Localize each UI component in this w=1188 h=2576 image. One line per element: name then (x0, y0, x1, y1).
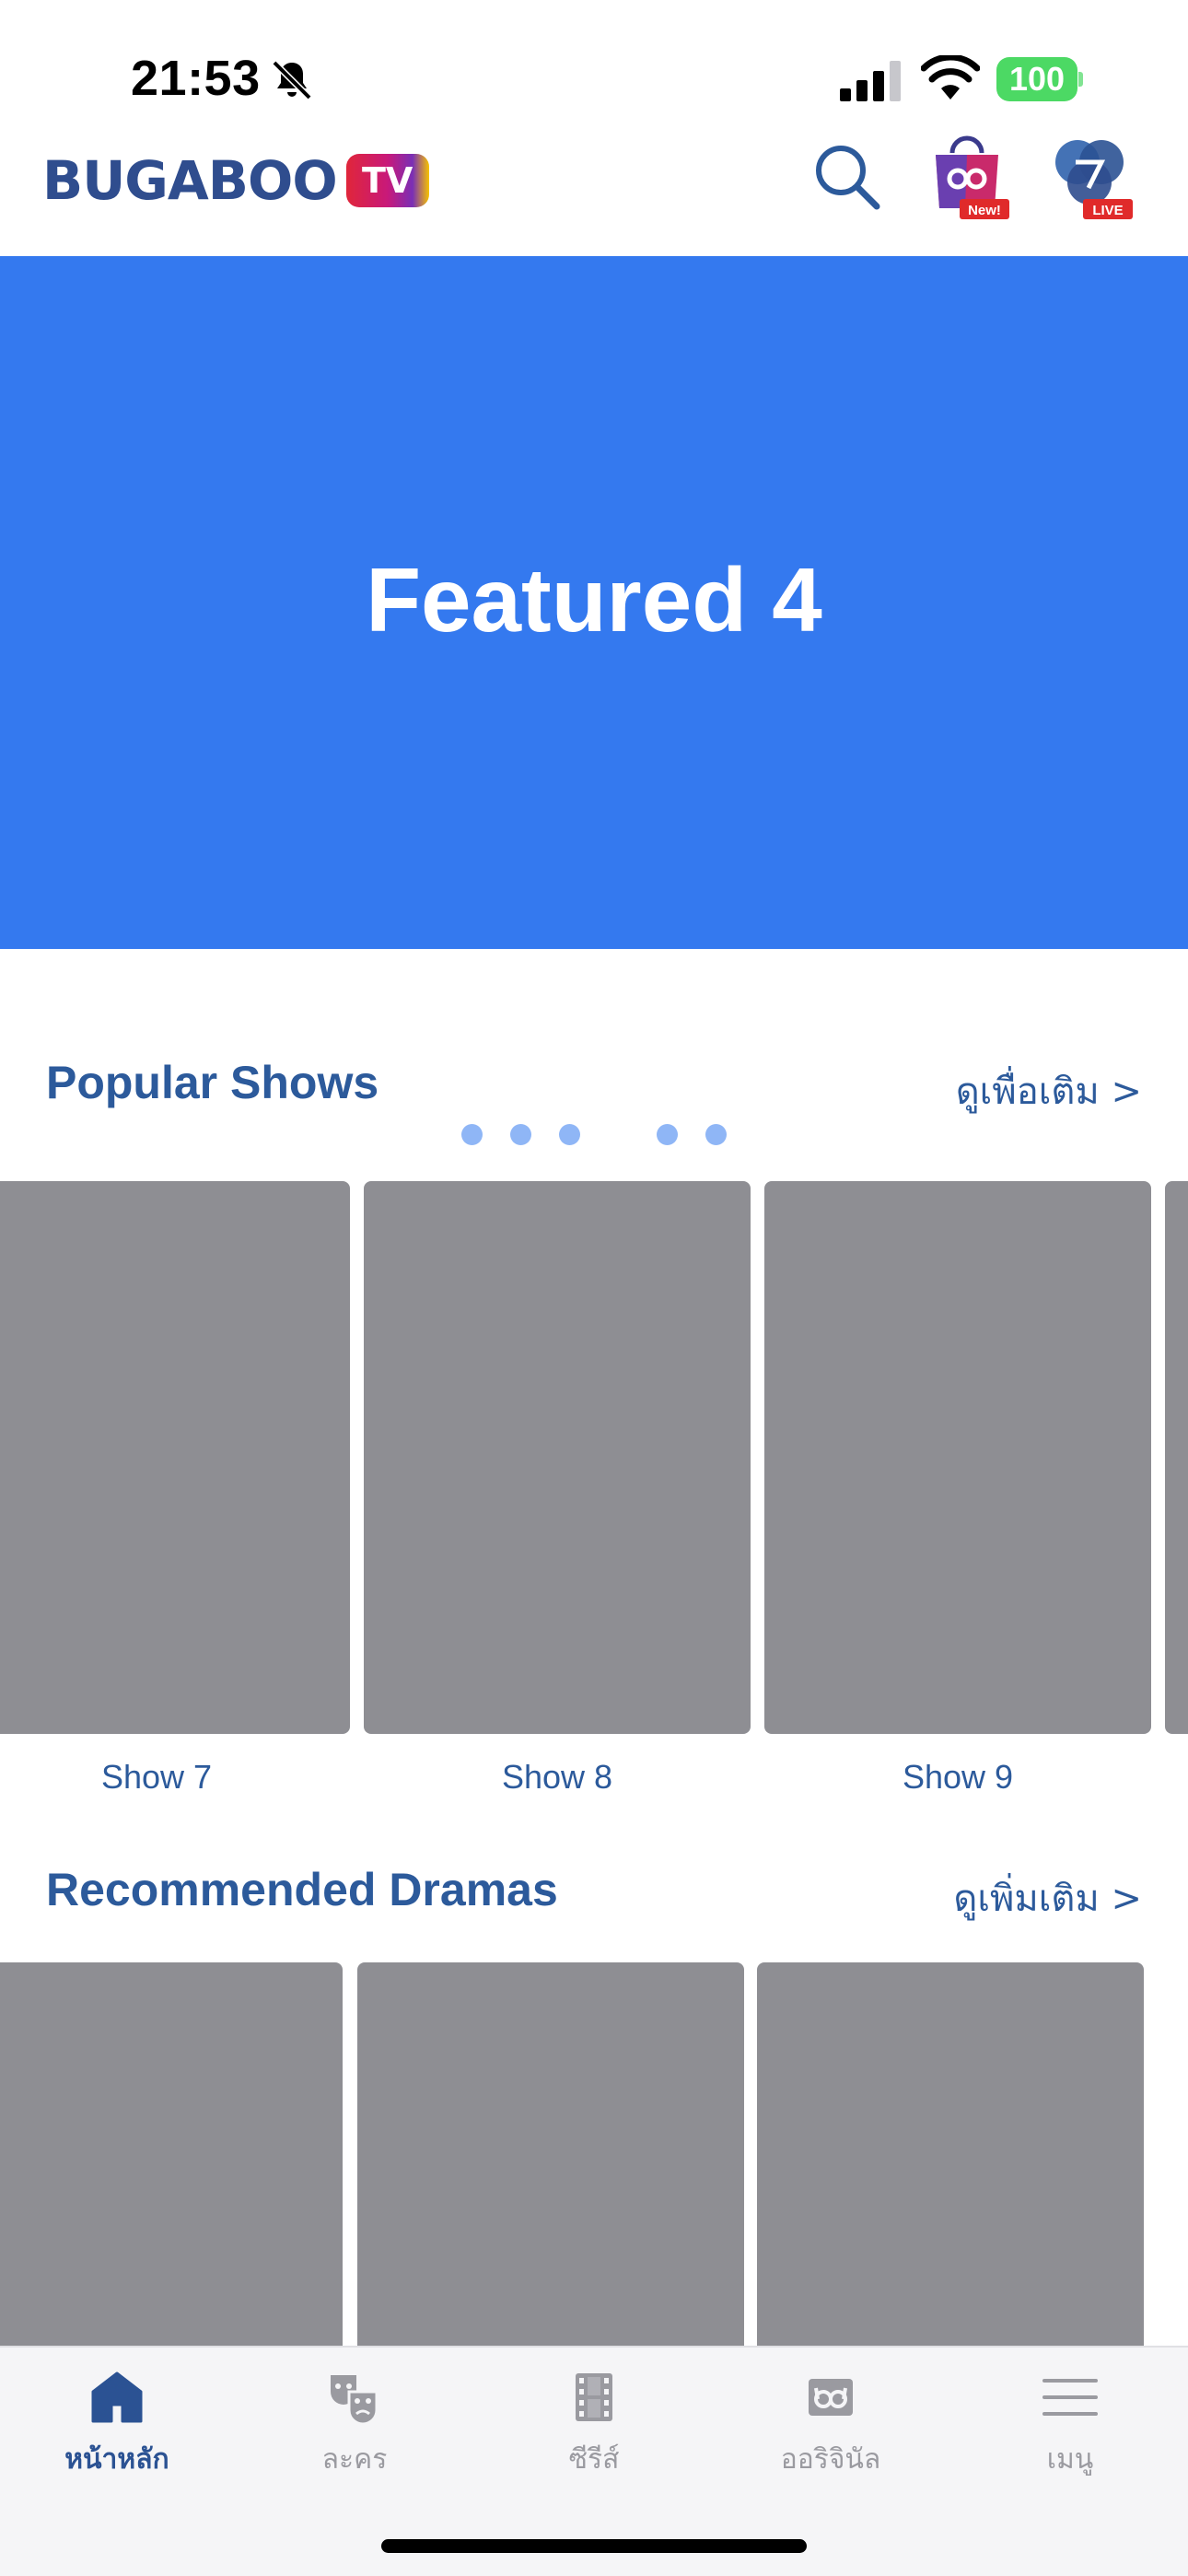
tab-label: เมนู (1046, 2443, 1094, 2476)
tab-menu[interactable]: เมนู (978, 2368, 1162, 2488)
bugaboo-originals-icon (809, 2379, 853, 2416)
cellular-signal-icon (840, 61, 901, 101)
battery-icon: 100 (996, 57, 1083, 101)
status-bar: 21:53 100 (0, 0, 1188, 138)
show-card[interactable] (764, 1181, 1151, 1734)
banner-title: Featured 4 (366, 549, 822, 650)
show-card-label: Show 9 (902, 1758, 1014, 1796)
recommended-see-more-link[interactable]: ดูเพิ่มเติม > (953, 1868, 1142, 1927)
carousel-dot[interactable] (559, 1124, 580, 1145)
carousel-dot-active[interactable] (608, 1124, 629, 1145)
battery-level: 100 (1008, 60, 1066, 98)
carousel-page-indicator[interactable] (0, 1124, 1188, 1146)
live-badge: LIVE (1092, 203, 1123, 218)
hamburger-menu-icon (1042, 2379, 1098, 2416)
home-screen: 21:53 100 BUGABOO TV New! LIVE Featured … (0, 0, 1188, 2576)
wifi-icon (921, 55, 980, 100)
popular-shows-title: Popular Shows (46, 1057, 379, 1108)
tab-series[interactable]: ซีรีส์ (502, 2368, 686, 2488)
theater-masks-icon (331, 2375, 379, 2426)
bell-slash-icon (272, 60, 312, 100)
tab-label: หน้าหลัก (64, 2443, 169, 2476)
tab-label: ซีรีส์ (568, 2443, 620, 2476)
popular-shows-carousel[interactable]: Show 7 Show 8 Show 9 (0, 1181, 1188, 1808)
app-header: BUGABOO TV New! LIVE (0, 135, 1188, 256)
logo-tv-text: TV (361, 160, 413, 201)
home-indicator[interactable] (381, 2539, 807, 2553)
shop-new-badge: New! (968, 203, 1001, 218)
recommended-dramas-title: Recommended Dramas (46, 1864, 558, 1915)
tab-home[interactable]: หน้าหลัก (25, 2368, 209, 2488)
drama-card[interactable] (0, 1962, 343, 2349)
logo-tv-badge: TV (345, 154, 429, 207)
carousel-dot[interactable] (705, 1124, 727, 1145)
home-icon (91, 2371, 143, 2423)
shopping-bag-icon[interactable]: New! (925, 131, 1009, 223)
status-time: 21:53 (131, 51, 261, 106)
tab-label: ออริจินัล (780, 2443, 881, 2476)
tab-originals[interactable]: ออริจินัล (739, 2368, 923, 2488)
logo-text: BUGABOO (42, 149, 338, 212)
film-strip-icon (576, 2373, 612, 2421)
show-card-label: Show 7 (100, 1758, 213, 1796)
carousel-dot[interactable] (657, 1124, 678, 1145)
show-card-label: Show 8 (501, 1758, 613, 1796)
carousel-dot[interactable] (510, 1124, 531, 1145)
search-icon[interactable] (810, 140, 884, 214)
show-card[interactable] (364, 1181, 751, 1734)
carousel-dot[interactable] (461, 1124, 483, 1145)
show-card[interactable] (1165, 1181, 1188, 1734)
tab-label: ละคร (321, 2443, 388, 2476)
show-card[interactable] (0, 1181, 350, 1734)
drama-card[interactable] (757, 1962, 1144, 2349)
bugaboo-tv-logo[interactable]: BUGABOO TV (42, 144, 429, 217)
ch7-live-icon[interactable]: LIVE (1046, 131, 1135, 223)
recommended-dramas-carousel[interactable] (0, 1962, 1188, 2349)
drama-card[interactable] (357, 1962, 744, 2349)
tab-dramas[interactable]: ละคร (262, 2368, 447, 2488)
popular-see-more-link[interactable]: ดูเพื่อเติม > (956, 1061, 1142, 1120)
featured-banner[interactable]: Featured 4 (0, 256, 1188, 1145)
